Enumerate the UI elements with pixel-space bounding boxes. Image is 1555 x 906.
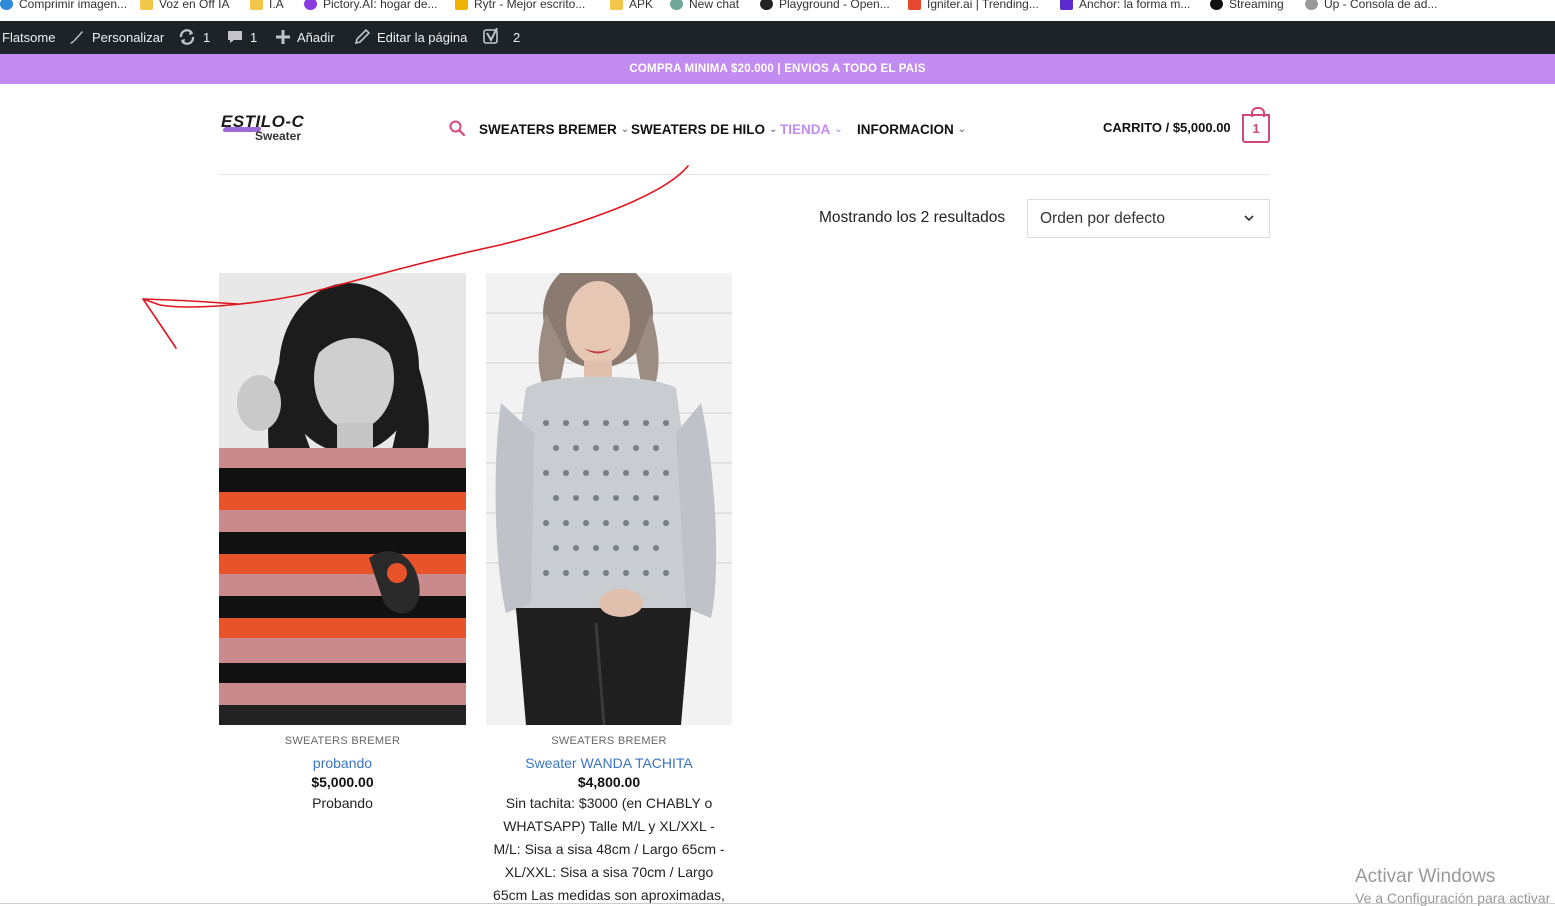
product-description: Sin tachita: $3000 (en CHABLY o WHATSAPP…	[493, 795, 725, 903]
admin-site-link[interactable]: Flatsome	[2, 21, 55, 54]
admin-edit-page-link[interactable]: Editar la página	[354, 21, 467, 54]
product-category[interactable]: SWEATERS BREMER	[219, 735, 466, 747]
chevron-down-icon	[1243, 211, 1255, 223]
plus-icon	[276, 29, 290, 46]
bookmark-item[interactable]: Comprimir imagen...	[0, 0, 127, 13]
chevron-down-icon: ⌄	[957, 123, 967, 135]
refresh-icon	[178, 28, 196, 47]
folder-icon	[610, 0, 623, 10]
main-nav: SWEATERS BREMER ⌄ SWEATERS DE HILO ⌄ TIEND…	[0, 119, 1555, 139]
nav-item-tienda[interactable]: TIENDA ⌄	[780, 119, 843, 139]
viewport-edge-line	[0, 903, 1555, 904]
streaming-icon	[1210, 0, 1223, 10]
chevron-down-icon: ⌄	[769, 123, 778, 135]
admin-updates-link[interactable]: 1	[178, 21, 210, 54]
folder-icon	[140, 0, 153, 10]
bookmark-item[interactable]: Pictory.AI: hogar de...	[304, 0, 438, 13]
admin-yoast-link[interactable]: 2	[483, 21, 520, 54]
yoast-icon	[483, 27, 500, 47]
promo-bar: COMPRA MINIMA $20.000 | ENVIOS A TODO EL…	[0, 54, 1555, 84]
header-divider	[219, 174, 1270, 175]
bookmarks-bar: Comprimir imagen... Voz en Off IA I.A Pi…	[0, 0, 1555, 20]
up-icon	[1305, 0, 1318, 10]
pencil-icon	[354, 28, 371, 46]
product-image-probando[interactable]	[219, 273, 466, 725]
brush-icon	[69, 29, 85, 47]
anchor-icon	[1060, 0, 1073, 10]
cart-link[interactable]: CARRITO / $5,000.00	[1103, 120, 1231, 135]
openai-icon	[670, 0, 683, 10]
bookmark-item[interactable]: New chat	[670, 0, 739, 13]
admin-add-new-link[interactable]: Añadir	[276, 21, 335, 54]
product-price: $4,800.00	[577, 774, 641, 790]
bookmark-item[interactable]: Up - Consola de ad...	[1305, 0, 1437, 13]
nav-item-sweaters-de-hilo[interactable]: SWEATERS DE HILO ⌄	[631, 119, 777, 139]
product-price: $5,000.00	[311, 774, 374, 790]
folder-icon	[250, 0, 263, 10]
admin-customize-link[interactable]: Personalizar	[69, 21, 164, 54]
product-category[interactable]: SWEATERS BREMER	[486, 735, 732, 747]
rytr-icon	[455, 0, 468, 10]
bookmark-item[interactable]: Rytr - Mejor escrito...	[455, 0, 585, 13]
pictory-icon	[304, 0, 317, 10]
chevron-down-icon: ⌄	[834, 123, 843, 135]
bookmark-item[interactable]: Anchor: la forma m...	[1060, 0, 1190, 13]
product-image-wanda-tachita[interactable]	[486, 273, 732, 725]
bookmark-item[interactable]: Igniter.ai | Trending...	[908, 0, 1039, 13]
bookmark-item[interactable]: APK	[610, 0, 653, 13]
bookmark-item[interactable]: Playground - Open...	[760, 0, 890, 13]
windows-activation-subtitle: Ve a Configuración para activar	[1355, 890, 1551, 906]
openai-icon	[760, 0, 773, 10]
wp-admin-bar: Flatsome Personalizar 1 1 Añadir Editar …	[0, 21, 1555, 54]
admin-comments-link[interactable]: 1	[227, 21, 257, 54]
cart-count-badge: 1	[1252, 121, 1260, 136]
product-title-link[interactable]: Sweater WANDA TACHITA	[486, 755, 732, 771]
results-count: Mostrando los 2 resultados	[819, 209, 1006, 226]
compress-icon	[0, 0, 13, 10]
chevron-down-icon: ⌄	[620, 123, 630, 135]
product-description: Probando	[312, 795, 373, 811]
bookmark-item[interactable]: Voz en Off IA	[140, 0, 230, 13]
bookmark-item[interactable]: I.A	[250, 0, 284, 13]
cart-bag-icon[interactable]: 1	[1242, 107, 1270, 143]
product-title-link[interactable]: probando	[219, 755, 466, 771]
bookmark-item[interactable]: Streaming	[1210, 0, 1284, 13]
orderby-select[interactable]: Orden por defecto	[1027, 199, 1270, 238]
igniter-icon	[908, 0, 921, 10]
windows-activation-title: Activar Windows	[1355, 866, 1496, 887]
nav-item-informacion[interactable]: INFORMACION ⌄	[857, 119, 966, 139]
comment-icon	[227, 29, 243, 47]
nav-item-sweaters-bremer[interactable]: SWEATERS BREMER ⌄	[479, 119, 629, 139]
